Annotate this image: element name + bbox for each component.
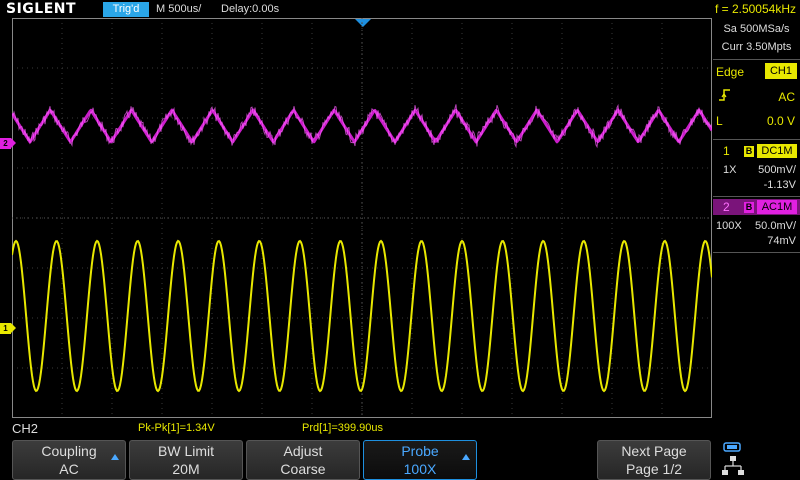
ch1-header[interactable]: 1 B DC1M — [713, 143, 800, 159]
adjust-softkey[interactable]: Adjust Coarse — [246, 440, 360, 480]
softkey-value: Page 1/2 — [625, 461, 683, 477]
delay-readout: Delay:0.00s — [221, 3, 280, 15]
waveform-grid — [12, 18, 712, 418]
arrow-up-icon — [111, 454, 119, 460]
ch2-header[interactable]: 2 B AC1M — [713, 199, 800, 215]
softkey-value: 100X — [403, 461, 437, 477]
softkey-label: Probe — [401, 443, 439, 459]
ch2-offset-marker[interactable]: 2 — [0, 138, 16, 149]
trigger-status-badge: Trig'd — [103, 2, 149, 17]
softkey-value: AC — [59, 461, 79, 477]
network-icon — [722, 456, 744, 475]
usb-icon — [723, 442, 741, 452]
graticule — [12, 18, 712, 418]
sample-rate: Sa 500MSa/s — [723, 23, 790, 35]
ch2-bw-limit-badge: B — [744, 202, 754, 213]
ch1-scale: 500mV/ — [758, 164, 796, 176]
softkey-menu: Coupling AC BW Limit 20M Adjust Coarse P… — [0, 437, 800, 480]
softkey-label: BW Limit — [158, 443, 214, 459]
ch1-number: 1 — [723, 144, 730, 158]
softkey-value: 20M — [172, 461, 200, 477]
ch2-scale: 50.0mV/ — [755, 220, 796, 232]
coupling-softkey[interactable]: Coupling AC — [12, 440, 126, 480]
measurement-pk-pk: Pk-Pk[1]=1.34V — [138, 422, 215, 434]
trigger-source-badge[interactable]: CH1 — [765, 63, 797, 79]
softkey-label: Coupling — [41, 443, 97, 459]
ch2-number: 2 — [723, 200, 730, 214]
ch1-bw-limit-badge: B — [744, 146, 754, 157]
divider — [713, 139, 800, 140]
empty-softkey[interactable] — [480, 440, 594, 480]
bw-limit-softkey[interactable]: BW Limit 20M — [129, 440, 243, 480]
softkey-label: Next Page — [621, 443, 687, 459]
memory-depth: Curr 3.50Mpts — [721, 41, 792, 53]
divider — [713, 59, 800, 60]
waveform-display — [12, 18, 712, 418]
rising-edge-icon — [719, 89, 730, 101]
ch2-offset: 74mV — [767, 235, 796, 247]
softkey-label: Adjust — [283, 443, 323, 459]
frequency-counter: f = 2.50054kHz — [714, 2, 796, 16]
probe-softkey[interactable]: Probe 100X — [363, 440, 477, 480]
arrow-up-icon — [462, 454, 470, 460]
info-panel: Sa 500MSa/s Curr 3.50Mpts Edge CH1 AC L … — [713, 18, 800, 420]
softkey-value: Coarse — [280, 461, 326, 477]
ch2-coupling-badge: AC1M — [757, 200, 797, 214]
status-icons — [722, 442, 744, 475]
ch2-probe: 100X — [716, 220, 742, 232]
timebase-readout: M 500us/ — [156, 3, 202, 15]
ch1-offset-marker[interactable]: 1 — [0, 323, 16, 334]
trigger-level: 0.0 V — [766, 114, 795, 128]
measurement-period: Prd[1]=399.90us — [302, 422, 384, 434]
next-page-softkey[interactable]: Next Page Page 1/2 — [597, 440, 711, 480]
trigger-coupling: AC — [778, 90, 795, 104]
divider — [713, 252, 800, 253]
menu-title: CH2 — [12, 421, 39, 436]
ch1-probe: 1X — [723, 164, 737, 176]
measurement-bar: CH2 Pk-Pk[1]=1.34V Prd[1]=399.90us — [0, 420, 800, 437]
ch1-coupling-badge: DC1M — [757, 144, 797, 158]
ch1-offset: -1.13V — [763, 179, 796, 191]
top-status-bar: SIGLENT Trig'd M 500us/ Delay:0.00s f = … — [0, 0, 800, 18]
brand-logo: SIGLENT — [6, 1, 77, 17]
divider — [713, 196, 800, 197]
